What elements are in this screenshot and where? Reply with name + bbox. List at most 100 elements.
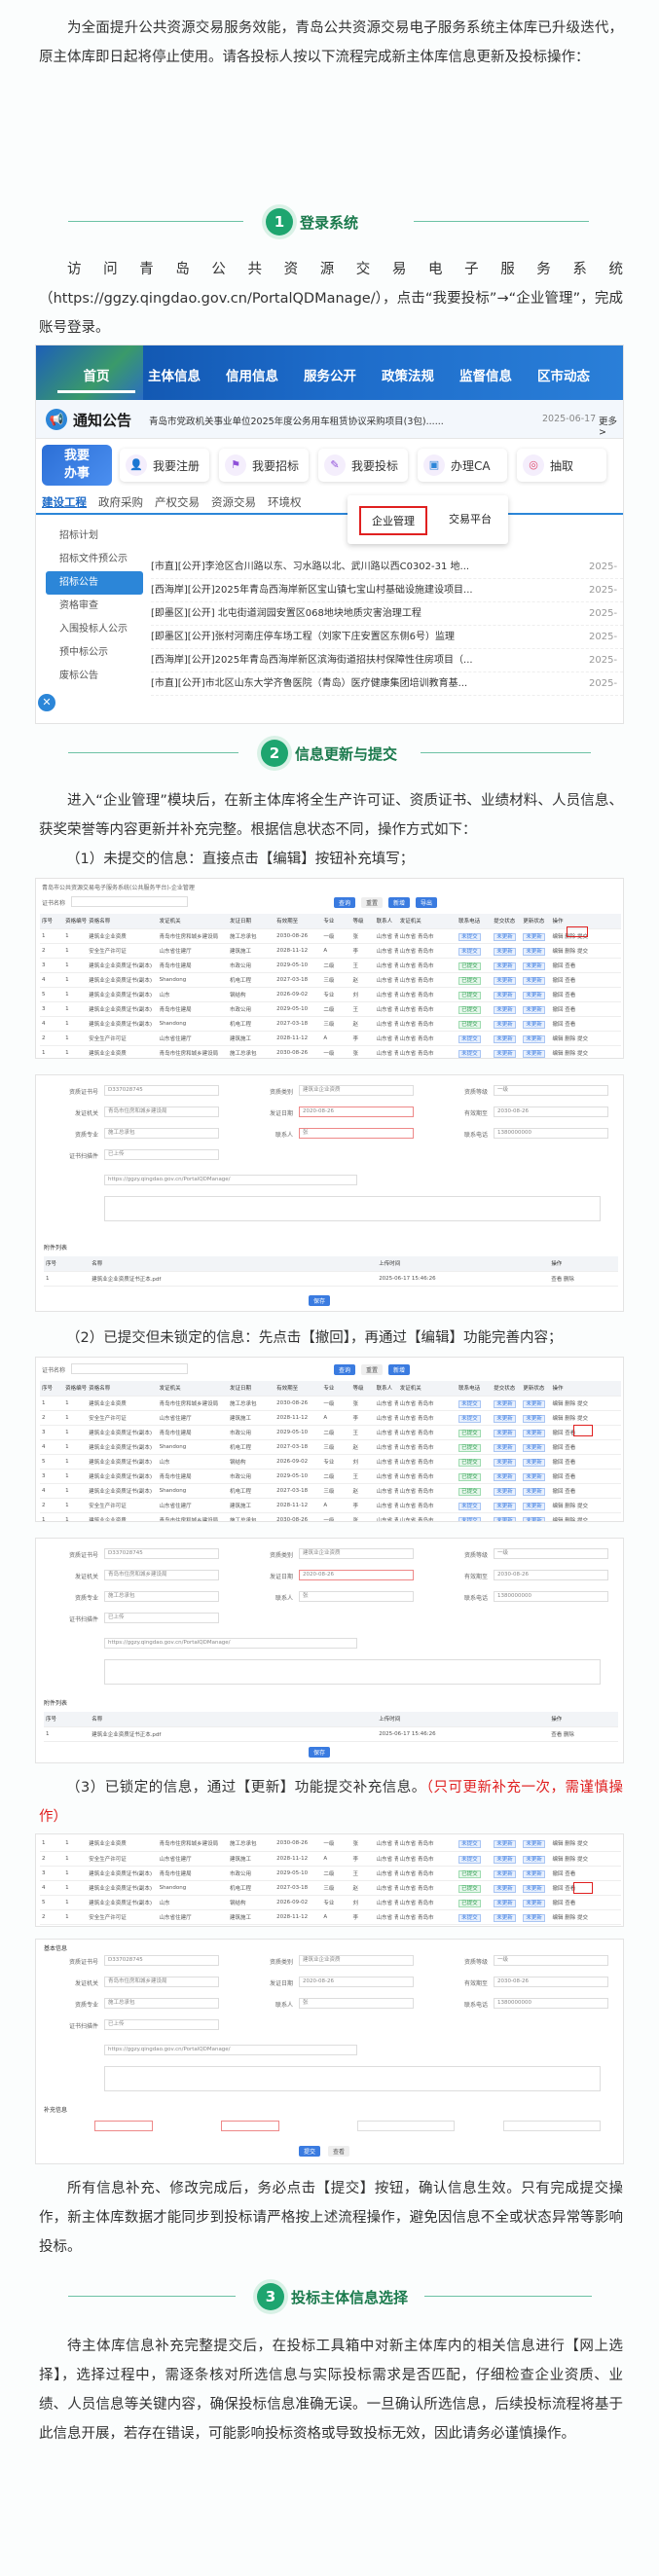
reset-button[interactable]: 重置: [361, 897, 384, 908]
announcement-title[interactable]: [西海岸][公开]2025年青岛西海岸新区宝山镇七宝山村基础设施建设项目...: [151, 579, 560, 602]
table-row[interactable]: 51建筑业企业资质证书(副本)山东钢结构2026-09-02专业刘山东省 青岛市…: [40, 987, 621, 1002]
reset-button[interactable]: 重置: [361, 1364, 384, 1375]
service-0[interactable]: 👤 我要注册: [120, 449, 209, 482]
table-row[interactable]: 21安全生产许可证山东省住建厅建筑施工2028-11-12A李山东省 青岛市山东…: [40, 1031, 621, 1046]
nav-item-0[interactable]: 首页: [57, 365, 135, 393]
table-row[interactable]: 1 1 建筑业企业资质 青岛市住房和城乡建设局 施工总承包 2030-08-26 一级张山东…: [40, 1045, 621, 1058]
form-input[interactable]: 施工总承包: [104, 1128, 219, 1139]
table-cell[interactable]: 查看 删除: [549, 1271, 618, 1287]
table-row[interactable]: 21安全生产许可证山东省住建厅建筑施工2028-11-12A李山东省 青岛市山东…: [40, 1410, 621, 1426]
announcement-title[interactable]: [即墨区][公开]张村河南庄停车场工程（刘家下庄安置区东侧6号）监理: [151, 626, 560, 649]
menu-item-enterprise[interactable]: 企业管理: [359, 506, 427, 535]
add-button[interactable]: 新增: [388, 1364, 411, 1375]
tab-2[interactable]: 产权交易: [155, 494, 200, 510]
announcement-title[interactable]: [即墨区][公开] 北屯街道润园安置区068地块地质灾害治理工程: [151, 602, 560, 626]
table-row[interactable]: 4 1 建筑业企业资质证书(副本) Shandong 机电工程 2027-03-18 三级赵…: [40, 1439, 621, 1455]
form-input[interactable]: 建筑业企业资质: [299, 1955, 414, 1966]
form-input[interactable]: 施工总承包: [104, 1591, 219, 1602]
update-field[interactable]: [94, 2121, 153, 2131]
announcement-row[interactable]: [西海岸][公开]2025年青岛西海岸新区宝山镇七宝山村基础设施建设项目... 2…: [151, 579, 623, 602]
form-input[interactable]: 2030-08-26: [494, 1107, 608, 1117]
table-cell[interactable]: 编辑 删除 提交: [550, 1512, 621, 1521]
table-row[interactable]: 3 1 建筑业企业资质证书(副本) 青岛市住建局 市政公用 2029-05-10 二级王山东…: [40, 1866, 621, 1881]
table-row[interactable]: 1 1 建筑业企业资质 青岛市住房和城乡建设局 施工总承包 2030-08-26 一级张山东…: [40, 1512, 621, 1521]
table-cell[interactable]: 编辑 删除 提交: [550, 1836, 621, 1852]
form-input[interactable]: 2020-08-26: [299, 1107, 414, 1117]
table-cell[interactable]: 编辑 删除 提交: [550, 1498, 621, 1513]
form-input[interactable]: 青岛市住房和城乡建设局: [104, 1570, 219, 1580]
form-input[interactable]: 已上传: [104, 1613, 219, 1623]
service-3[interactable]: ▣ 办理CA: [418, 449, 507, 482]
url-input[interactable]: https://ggzy.qingdao.gov.cn/PortalQDMana…: [104, 2045, 357, 2055]
form-input[interactable]: 2030-08-26: [494, 1570, 608, 1580]
form-input[interactable]: 张: [299, 1128, 414, 1139]
table-cell[interactable]: 编辑 删除 提交: [550, 1031, 621, 1046]
table-row[interactable]: 1 建筑业企业资质证书正本.pdf 2025-06-17 15:46:26 查看 删除: [44, 1271, 618, 1287]
form-input[interactable]: 一级: [494, 1085, 608, 1096]
table-cell[interactable]: 编辑 删除 提交: [550, 1045, 621, 1058]
announcement-title[interactable]: [市直][公开]李沧区合川路以东、习水路以北、武川路以西C0302-31 地..…: [151, 556, 560, 579]
submit-button[interactable]: 提交: [299, 2146, 321, 2157]
table-row[interactable]: 3 1 建筑业企业资质证书(副本) 青岛市住建局 市政公用 2029-05-10 二级王山东…: [40, 1001, 621, 1017]
announcement-row[interactable]: [市直][公开]李沧区合川路以东、习水路以北、武川路以西C0302-31 地..…: [151, 556, 623, 579]
table-cell[interactable]: 撤回 查看: [550, 1439, 621, 1455]
table-cell[interactable]: 撤回 查看: [550, 1001, 621, 1017]
table-row[interactable]: 4 1 建筑业企业资质证书(副本) Shandong 机电工程 2027-03-18 三级赵…: [40, 972, 621, 988]
tab-0[interactable]: 建设工程: [42, 494, 87, 510]
table-cell[interactable]: 编辑 删除 提交: [550, 943, 621, 959]
form-input[interactable]: 1380000000: [494, 1128, 608, 1139]
table-cell[interactable]: 撤回 查看: [550, 1866, 621, 1881]
update-field[interactable]: [221, 2121, 279, 2131]
table-cell[interactable]: 撤回 查看: [550, 1895, 621, 1910]
nav-item-6[interactable]: 区市动态: [525, 365, 603, 393]
form-input[interactable]: 已上传: [104, 1149, 219, 1160]
save-button[interactable]: 保存: [309, 1747, 331, 1758]
form-input[interactable]: 建筑业企业资质: [299, 1548, 414, 1559]
table-row[interactable]: 1 1 建筑业企业资质 青岛市住房和城乡建设局 施工总承包 2030-08-26 一级张山东…: [40, 1836, 621, 1852]
form-input[interactable]: 张: [299, 1998, 414, 2009]
menu-item-trade-platform[interactable]: 交易平台: [443, 506, 497, 535]
announcement-row[interactable]: [即墨区][公开] 北屯街道润园安置区068地块地质灾害治理工程 2025-: [151, 602, 623, 626]
tab-3[interactable]: 资源交易: [211, 494, 256, 510]
side-item-6[interactable]: 废标公告: [46, 665, 143, 688]
nav-item-5[interactable]: 监督信息: [447, 365, 525, 393]
nav-item-1[interactable]: 主体信息: [135, 365, 213, 393]
table-row[interactable]: 21安全生产许可证山东省住建厅建筑施工2028-11-12A李山东省 青岛市山东…: [40, 943, 621, 959]
save-button[interactable]: 保存: [309, 1295, 331, 1306]
form-input[interactable]: 施工总承包: [104, 1998, 219, 2009]
url-input[interactable]: https://ggzy.qingdao.gov.cn/PortalQDMana…: [104, 1175, 357, 1185]
form-input[interactable]: D337028745: [104, 1085, 219, 1096]
table-cell[interactable]: 编辑 删除 提交: [550, 1410, 621, 1426]
table-row[interactable]: 4 1 建筑业企业资质证书(副本) Shandong 机电工程 2027-03-18 三级赵…: [40, 1483, 621, 1499]
table-row[interactable]: 51建筑业企业资质证书(副本)山东钢结构2026-09-02专业刘山东省 青岛市…: [40, 1895, 621, 1910]
query-button[interactable]: 查询: [334, 1364, 356, 1375]
table-cell[interactable]: 编辑 删除 提交: [550, 1851, 621, 1867]
form-input[interactable]: 青岛市住房和城乡建设局: [104, 1107, 219, 1117]
notes-field[interactable]: [104, 1659, 601, 1685]
more-link[interactable]: 更多>: [599, 414, 623, 438]
cancel-button[interactable]: 查看: [328, 2146, 350, 2157]
table-row[interactable]: 21安全生产许可证山东省住建厅建筑施工2028-11-12A李山东省 青岛市山东…: [40, 1851, 621, 1867]
table-cell[interactable]: 编辑 删除 提交: [550, 1396, 621, 1411]
form-input[interactable]: 2020-08-26: [299, 1977, 414, 1987]
form-input[interactable]: 建筑业企业资质: [299, 1085, 414, 1096]
table-row[interactable]: 1 1 建筑业企业资质 青岛市住房和城乡建设局 施工总承包 2030-08-26 一级张山东…: [40, 928, 621, 944]
form-input[interactable]: 青岛市住房和城乡建设局: [104, 1977, 219, 1987]
query-button[interactable]: 查询: [334, 897, 356, 908]
side-item-3[interactable]: 资格审查: [46, 595, 143, 618]
announcement-row[interactable]: [西海岸][公开]2025年青岛西海岸新区滨海街道招扶村保障性住房项目（... 2…: [151, 649, 623, 672]
update-field[interactable]: [357, 2121, 455, 2131]
table-row[interactable]: 1 建筑业企业资质证书正本.pdf 2025-06-17 15:46:26 查看 删除: [44, 1726, 618, 1742]
service-1[interactable]: ⚑ 我要招标: [219, 449, 309, 482]
search-input[interactable]: [71, 896, 188, 907]
table-cell[interactable]: 撤回 查看: [550, 1483, 621, 1499]
form-input[interactable]: 已上传: [104, 2019, 219, 2030]
announcement-row[interactable]: [市直][公开]市北区山东大学齐鲁医院（青岛）医疗健康集团培训教育基... 202…: [151, 672, 623, 696]
form-input[interactable]: 一级: [494, 1548, 608, 1559]
add-button[interactable]: 新增: [388, 897, 411, 908]
announcement-row[interactable]: [即墨区][公开]张村河南庄停车场工程（刘家下庄安置区东侧6号）监理 2025-: [151, 626, 623, 649]
announcement-title[interactable]: [市直][公开]市北区山东大学齐鲁医院（青岛）医疗健康集团培训教育基...: [151, 672, 560, 696]
notice-link[interactable]: 青岛市党政机关事业单位2025年度公务用车租赁协议采购项目(3包)......: [149, 414, 444, 427]
table-row[interactable]: 3 1 建筑业企业资质证书(副本) 青岛市住建局 市政公用 2029-05-10 二级王山东…: [40, 958, 621, 973]
table-cell[interactable]: 查看 删除: [549, 1726, 618, 1742]
